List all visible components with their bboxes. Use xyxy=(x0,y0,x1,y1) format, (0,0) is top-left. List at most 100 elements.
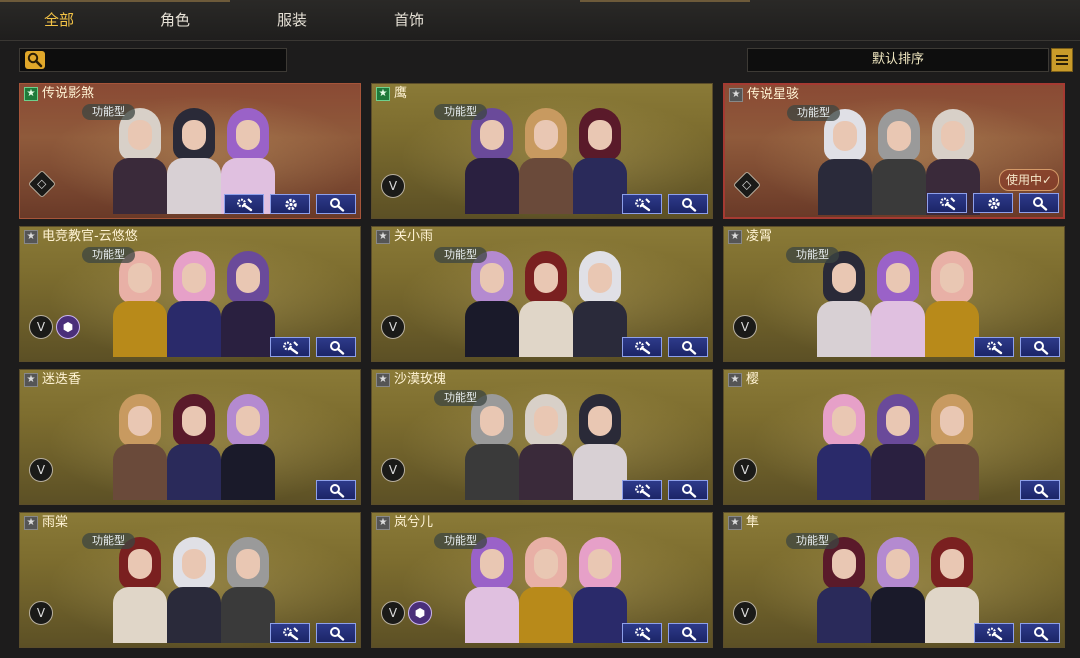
outfit-card[interactable]: ★ 凌霄 功能型 V xyxy=(723,226,1065,362)
customize-button[interactable] xyxy=(622,480,662,500)
card-title-text: 雨棠 xyxy=(42,515,69,530)
outfit-card[interactable]: ★ 关小雨 功能型 V xyxy=(371,226,713,362)
character-portrait xyxy=(111,247,169,357)
star-icon: ★ xyxy=(24,87,38,101)
tab-all[interactable]: 全部 xyxy=(14,0,104,40)
character-portraits xyxy=(446,390,646,502)
card-title: ★ 关小雨 xyxy=(376,229,433,245)
star-icon: ★ xyxy=(376,230,390,244)
tab-jewelry[interactable]: 首饰 xyxy=(364,0,454,40)
wrench-icon xyxy=(987,627,1003,641)
preview-button[interactable] xyxy=(316,337,356,357)
vip-icon: V xyxy=(381,174,405,198)
rank-diamond-icon: ◇ xyxy=(732,170,762,200)
tab-bar-accent xyxy=(580,0,750,2)
character-portrait xyxy=(165,247,223,357)
outfit-card[interactable]: ★ 沙漠玫瑰 功能型 V xyxy=(371,369,713,505)
search-icon xyxy=(330,198,345,212)
character-portraits xyxy=(446,533,646,645)
wrench-icon xyxy=(283,341,299,355)
wrench-icon xyxy=(940,197,956,211)
outfit-card[interactable]: ★ 传说影煞 功能型 ◇ xyxy=(19,83,361,219)
outfit-card[interactable]: ★ 隼功能型 V xyxy=(723,512,1065,648)
character-portrait xyxy=(517,247,575,357)
character-portrait xyxy=(111,390,169,500)
preview-button[interactable] xyxy=(668,337,708,357)
tab-characters[interactable]: 角色 xyxy=(130,0,220,40)
hex-badge-icon: ⬢ xyxy=(56,315,80,339)
character-portrait xyxy=(816,105,874,215)
search-icon xyxy=(682,484,697,498)
card-title-text: 传说影煞 xyxy=(42,86,95,101)
customize-button[interactable] xyxy=(270,623,310,643)
preview-button[interactable] xyxy=(1020,337,1060,357)
character-portrait xyxy=(463,533,521,643)
customize-button[interactable] xyxy=(622,623,662,643)
preview-button[interactable] xyxy=(316,480,356,500)
sort-dropdown[interactable]: 默认排序 xyxy=(747,48,1049,72)
customize-button[interactable] xyxy=(974,623,1014,643)
role-type-badge: 功能型 xyxy=(434,104,487,120)
wrench-icon xyxy=(635,198,651,212)
card-title-text: 岚兮儿 xyxy=(394,515,434,530)
menu-icon[interactable] xyxy=(1051,48,1073,72)
card-title: ★ 鹰 xyxy=(376,86,407,102)
customize-button[interactable] xyxy=(270,337,310,357)
gear-icon xyxy=(988,197,1000,210)
card-title-text: 电竞教官-云悠悠 xyxy=(42,229,138,244)
outfit-card[interactable]: ★ 电竞教官-云悠悠 功能型 V ⬢ xyxy=(19,226,361,362)
vip-icon: V xyxy=(29,458,53,482)
preview-button[interactable] xyxy=(668,623,708,643)
card-title-text: 沙漠玫瑰 xyxy=(394,372,447,387)
customize-button[interactable] xyxy=(927,193,967,213)
character-portraits xyxy=(446,104,646,216)
search-input[interactable] xyxy=(19,48,287,72)
character-portrait xyxy=(111,533,169,643)
preview-button[interactable] xyxy=(1020,623,1060,643)
preview-button[interactable] xyxy=(1020,480,1060,500)
character-portrait xyxy=(219,533,277,643)
character-portrait xyxy=(517,390,575,500)
tab-outfits[interactable]: 服装 xyxy=(247,0,337,40)
card-title: ★ 传说影煞 xyxy=(24,86,94,102)
character-portrait xyxy=(463,390,521,500)
character-portraits xyxy=(446,247,646,359)
character-portrait xyxy=(923,533,981,643)
character-portrait xyxy=(571,247,629,357)
card-title-text: 传说星骇 xyxy=(747,87,800,102)
star-icon: ★ xyxy=(24,516,38,530)
preview-button[interactable] xyxy=(1019,193,1059,213)
character-portraits xyxy=(798,390,998,502)
preview-button[interactable] xyxy=(316,623,356,643)
outfit-card[interactable]: ★ 雨棠 功能型 V xyxy=(19,512,361,648)
character-portrait xyxy=(517,104,575,214)
settings-button[interactable] xyxy=(270,194,310,214)
star-icon: ★ xyxy=(376,87,390,101)
customize-button[interactable] xyxy=(224,194,264,214)
star-icon: ★ xyxy=(728,373,742,387)
outfit-card[interactable]: ★ 樱 V xyxy=(723,369,1065,505)
outfit-card[interactable]: ★ 传说星骇 功能型 ◇ 使用中✓ xyxy=(723,83,1065,219)
card-title-text: 鹰 xyxy=(394,86,408,101)
role-type-badge: 功能型 xyxy=(82,247,135,263)
preview-button[interactable] xyxy=(668,480,708,500)
character-portrait xyxy=(219,247,277,357)
outfit-card[interactable]: ★ 岚兮儿 功能型 V ⬢ xyxy=(371,512,713,648)
customize-button[interactable] xyxy=(974,337,1014,357)
role-type-badge: 功能型 xyxy=(434,533,487,549)
card-title: ★ 隼 xyxy=(728,515,759,531)
character-portrait xyxy=(869,390,927,500)
preview-button[interactable] xyxy=(316,194,356,214)
search-icon xyxy=(1034,341,1049,355)
card-title-text: 樱 xyxy=(746,372,760,387)
search-icon xyxy=(1034,484,1049,498)
customize-button[interactable] xyxy=(622,194,662,214)
vip-icon: V xyxy=(29,315,53,339)
card-title: ★ 迷迭香 xyxy=(24,372,81,388)
customize-button[interactable] xyxy=(622,337,662,357)
preview-button[interactable] xyxy=(668,194,708,214)
rank-diamond-icon: ◇ xyxy=(27,169,57,199)
outfit-card[interactable]: ★ 鹰功能型 V xyxy=(371,83,713,219)
outfit-card[interactable]: ★ 迷迭香 V xyxy=(19,369,361,505)
settings-button[interactable] xyxy=(973,193,1013,213)
